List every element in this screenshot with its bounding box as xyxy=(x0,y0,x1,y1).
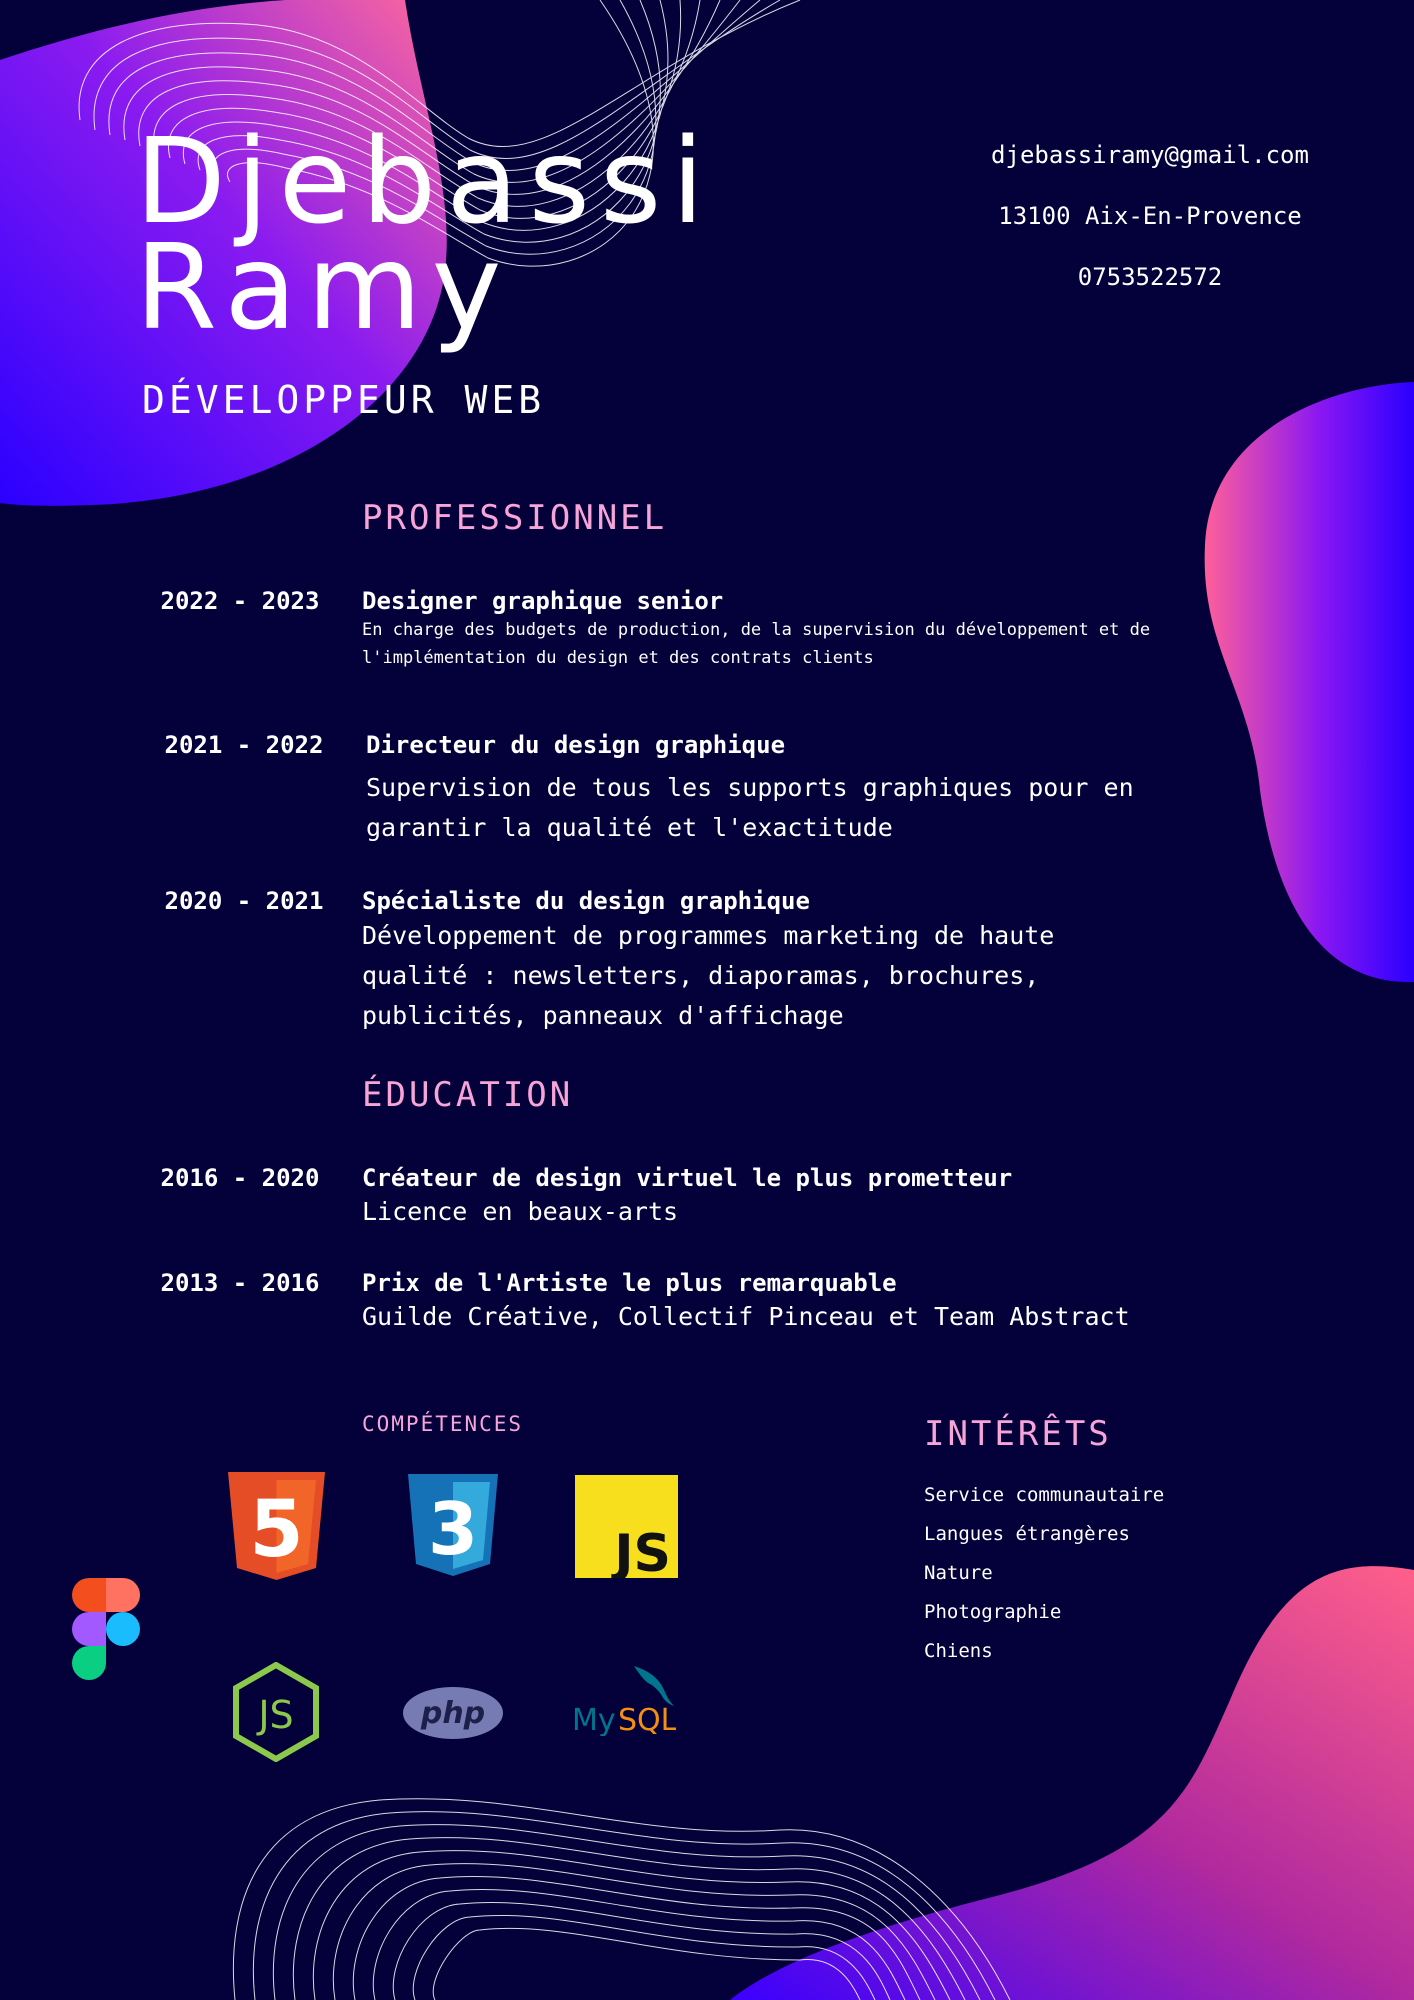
education-description: Licence en beaux-arts xyxy=(362,1197,679,1226)
experience-dates: 2022 - 2023 xyxy=(160,587,320,615)
contact-block: djebassiramy@gmail.com 13100 Aix-En-Prov… xyxy=(950,138,1350,321)
javascript-icon: JS xyxy=(575,1475,678,1578)
css3-label: 3 xyxy=(428,1487,478,1571)
education-dates: 2016 - 2020 xyxy=(160,1164,320,1192)
list-item: Chiens xyxy=(924,1640,993,1662)
education-description: Guilde Créative, Collectif Pinceau et Te… xyxy=(362,1302,1130,1331)
list-item: Langues étrangères xyxy=(924,1523,1130,1545)
contact-email[interactable]: djebassiramy@gmail.com xyxy=(950,138,1350,199)
section-title-professionnel: PROFESSIONNEL xyxy=(362,498,668,538)
section-title-interets: INTÉRÊTS xyxy=(924,1414,1112,1454)
mysql-label-my: My xyxy=(572,1703,616,1736)
php-label: php xyxy=(420,1696,485,1731)
interests-list: Service communautaire Langues étrangères… xyxy=(924,1482,1164,1677)
experience-title: Directeur du design graphique xyxy=(366,731,786,759)
experience-title: Spécialiste du design graphique xyxy=(362,887,810,915)
list-item: Service communautaire xyxy=(924,1484,1165,1506)
html5-icon: 5 xyxy=(228,1472,325,1580)
contact-address: 13100 Aix-En-Provence xyxy=(998,202,1302,230)
right-blob xyxy=(1204,382,1414,983)
php-icon: php xyxy=(402,1686,504,1740)
mysql-label-sql: SQL xyxy=(618,1703,676,1736)
experience-description: Développement de programmes marketing de… xyxy=(362,921,1055,1030)
section-title-education: ÉDUCATION xyxy=(362,1075,574,1115)
nodejs-icon: JS xyxy=(232,1662,320,1762)
experience-description: En charge des budgets de production, de … xyxy=(362,620,1151,668)
section-title-competences: COMPÉTENCES xyxy=(362,1412,524,1436)
experience-description: Supervision de tous les supports graphiq… xyxy=(366,773,1134,842)
css3-icon: 3 xyxy=(408,1474,498,1576)
education-title: Prix de l'Artiste le plus remarquable xyxy=(362,1269,897,1297)
education-title: Créateur de design virtuel le plus prome… xyxy=(362,1164,1013,1192)
figma-icon xyxy=(72,1578,140,1680)
job-role: DÉVELOPPEUR WEB xyxy=(142,378,546,422)
mysql-icon: My SQL xyxy=(572,1664,676,1736)
javascript-label: JS xyxy=(611,1524,671,1578)
list-item: Photographie xyxy=(924,1601,1062,1623)
experience-title: Designer graphique senior xyxy=(362,587,724,615)
list-item: Nature xyxy=(924,1562,993,1584)
experience-dates: 2020 - 2021 xyxy=(164,887,324,915)
education-dates: 2013 - 2016 xyxy=(160,1269,320,1297)
nodejs-label: JS xyxy=(256,1693,293,1737)
contact-phone[interactable]: 0753522572 xyxy=(950,260,1350,321)
experience-dates: 2021 - 2022 xyxy=(164,731,324,759)
candidate-name: Djebassi Ramy xyxy=(135,122,714,346)
html5-label: 5 xyxy=(249,1485,303,1575)
